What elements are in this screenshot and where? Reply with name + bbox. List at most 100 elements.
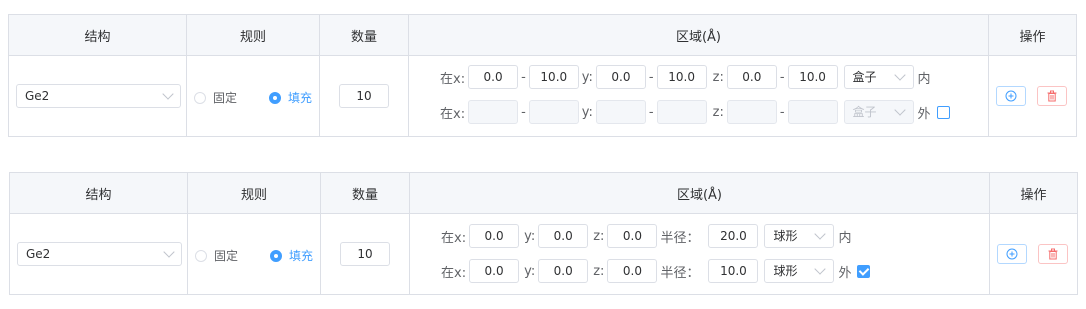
x-min-input[interactable]: 0.0 <box>468 65 519 89</box>
structure-value: Ge2 <box>26 247 51 261</box>
z-label: z: <box>593 263 605 279</box>
header-rule: 规则 <box>187 15 320 55</box>
rule-fill-label: 填充 <box>288 91 313 105</box>
actions-cell <box>990 213 1077 294</box>
rule-fixed-label: 固定 <box>213 91 238 105</box>
y-input[interactable]: 0.0 <box>538 259 589 283</box>
x-max-input[interactable]: 10.0 <box>528 65 579 89</box>
add-button[interactable] <box>996 86 1026 106</box>
header-count: 数量 <box>321 173 410 213</box>
x-input[interactable]: 0.0 <box>469 259 520 283</box>
shape-value: 球形 <box>773 229 798 243</box>
z-min-input[interactable]: 0.0 <box>726 65 777 89</box>
range-dash: - <box>521 104 526 120</box>
count-cell: 10 <box>320 55 409 136</box>
inside-label: 内 <box>917 71 931 87</box>
x-input[interactable]: 0.0 <box>469 224 520 248</box>
radio-circle-icon <box>194 91 206 104</box>
shape-select[interactable]: 球形 <box>764 259 835 283</box>
structure-value: Ge2 <box>25 89 50 103</box>
plus-circle-icon <box>1005 90 1017 102</box>
delete-button[interactable] <box>1038 244 1068 264</box>
prefix-label: 在x: <box>440 106 466 122</box>
chevron-down-icon <box>893 104 906 116</box>
z-max-input[interactable]: 10.0 <box>787 65 838 89</box>
z-label: z: <box>593 228 605 244</box>
chevron-down-icon <box>163 246 175 258</box>
chevron-down-icon <box>162 88 174 100</box>
table-row: Ge2 固定 填充 10 在x: 0.0 - 10.0 y: 0.0 - 10.… <box>9 55 1076 136</box>
region-cell: 在x: 0.0 - 10.0 y: 0.0 - 10.0 z: 0.0 - 10… <box>409 55 989 136</box>
range-dash: - <box>779 104 785 120</box>
trash-icon <box>1047 90 1057 102</box>
inside-label: 内 <box>838 230 852 246</box>
rule-fixed-label: 固定 <box>214 249 239 263</box>
region-cell: 在x: 0.0 y: 0.0 z: 0.0 半径： 20.0 球形 内 在x: … <box>410 213 990 294</box>
shape-select[interactable]: 盒子 <box>843 100 914 124</box>
range-dash: - <box>779 69 785 85</box>
x-min-input[interactable] <box>468 100 519 124</box>
count-cell: 10 <box>321 213 410 294</box>
region-inner-line: 在x: 0.0 y: 0.0 z: 0.0 半径： 20.0 球形 内 <box>440 223 851 249</box>
rule-cell: 固定 填充 <box>187 55 320 136</box>
radius-input[interactable]: 20.0 <box>708 224 759 248</box>
radius-label: 半径： <box>660 265 700 281</box>
x-max-input[interactable] <box>528 100 579 124</box>
header-rule: 规则 <box>188 173 321 213</box>
range-dash: - <box>648 104 654 120</box>
range-dash: - <box>648 69 654 85</box>
plus-circle-icon <box>1006 248 1018 260</box>
add-button[interactable] <box>997 244 1027 264</box>
z-label: z: <box>712 104 724 120</box>
y-label: y: <box>524 263 536 279</box>
outside-label: 外 <box>838 265 852 281</box>
rule-fixed-radio[interactable]: 固定 <box>194 89 237 106</box>
z-input[interactable]: 0.0 <box>607 224 658 248</box>
y-max-input[interactable]: 10.0 <box>656 65 707 89</box>
region-table-box: 结构 规则 数量 区域(Å) 操作 Ge2 固定 填充 10 在x: 0.0 -… <box>8 14 1077 137</box>
chevron-down-icon <box>814 263 827 275</box>
y-min-input[interactable]: 0.0 <box>595 65 646 89</box>
outside-label: 外 <box>917 106 931 122</box>
shape-select[interactable]: 球形 <box>764 224 835 248</box>
radio-checked-icon <box>270 249 282 262</box>
count-input[interactable]: 10 <box>339 84 389 108</box>
radius-label: 半径： <box>660 230 700 246</box>
rule-fill-radio[interactable]: 填充 <box>269 89 312 106</box>
shape-select[interactable]: 盒子 <box>843 65 914 89</box>
chevron-down-icon <box>814 228 827 240</box>
z-label: z: <box>712 69 724 85</box>
y-max-input[interactable] <box>656 100 707 124</box>
z-input[interactable]: 0.0 <box>607 259 658 283</box>
region-outer-line: 在x: 0.0 y: 0.0 z: 0.0 半径： 10.0 球形 外 <box>440 258 871 284</box>
count-input[interactable]: 10 <box>340 242 390 266</box>
chevron-down-icon <box>893 69 906 81</box>
prefix-label: 在x: <box>440 71 466 87</box>
structure-cell: Ge2 <box>9 55 187 136</box>
header-structure: 结构 <box>9 15 187 55</box>
delete-button[interactable] <box>1037 86 1067 106</box>
radio-circle-icon <box>195 249 207 262</box>
outside-checkbox[interactable] <box>857 264 871 278</box>
header-region: 区域(Å) <box>409 15 989 55</box>
rule-cell: 固定 填充 <box>188 213 321 294</box>
rule-fixed-radio[interactable]: 固定 <box>195 247 238 264</box>
table-header: 结构 规则 数量 区域(Å) 操作 <box>10 173 1077 214</box>
radius-input[interactable]: 10.0 <box>708 259 759 283</box>
structure-select[interactable]: Ge2 <box>16 84 181 108</box>
y-min-input[interactable] <box>595 100 646 124</box>
table-header: 结构 规则 数量 区域(Å) 操作 <box>9 15 1076 56</box>
y-input[interactable]: 0.0 <box>538 224 589 248</box>
rule-fill-radio[interactable]: 填充 <box>270 247 313 264</box>
prefix-label: 在x: <box>441 265 467 281</box>
header-actions: 操作 <box>1019 29 1046 45</box>
z-max-input[interactable] <box>787 100 838 124</box>
trash-icon <box>1048 248 1058 260</box>
header-region: 区域(Å) <box>410 173 990 213</box>
structure-select[interactable]: Ge2 <box>17 242 182 266</box>
rule-fill-label: 填充 <box>289 249 314 263</box>
region-table-sphere: 结构 规则 数量 区域(Å) 操作 Ge2 固定 填充 10 在x: 0.0 y… <box>9 172 1078 295</box>
table-row: Ge2 固定 填充 10 在x: 0.0 y: 0.0 z: 0.0 半径： 2… <box>10 213 1077 294</box>
z-min-input[interactable] <box>726 100 777 124</box>
outside-checkbox[interactable] <box>936 105 950 119</box>
